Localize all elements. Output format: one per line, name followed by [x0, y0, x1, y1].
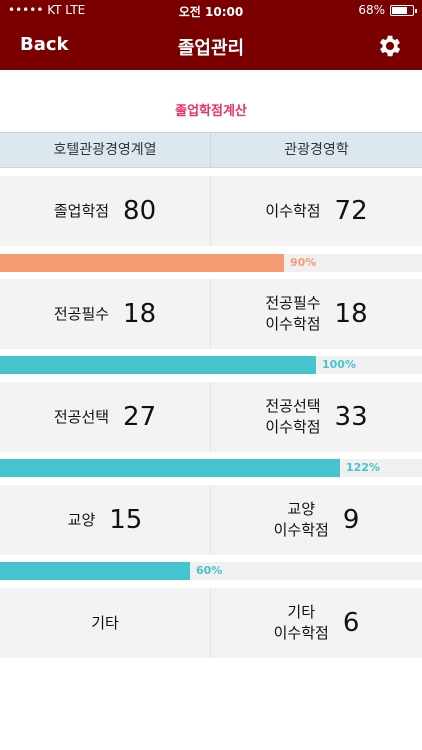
earned-credit-label: 전공필수 이수학점 [265, 294, 321, 333]
progress-percent-label: 100% [322, 358, 356, 371]
progress-percent-label: 122% [346, 461, 380, 474]
progress-bar-fill [0, 459, 340, 477]
earned-credit-value: 72 [334, 196, 368, 226]
table-cell: 기타 [0, 588, 211, 658]
table-cell: 졸업학점 80 [0, 176, 211, 246]
progress-bar-fill [0, 562, 190, 580]
table-row: 전공선택 27 전공선택 이수학점 33 [0, 382, 422, 452]
table-row: 기타 기타 이수학점 6 [0, 588, 422, 658]
table-cell: 기타 이수학점 6 [211, 588, 422, 658]
required-credit-value: 15 [109, 505, 143, 535]
page-title: 졸업관리 [177, 38, 245, 59]
section-subtitle: 졸업학점계산 [175, 104, 247, 119]
status-right: 68% [358, 3, 417, 17]
progress-percent-label: 60% [196, 564, 223, 577]
progress-bar: 100% [0, 356, 422, 374]
earned-credit-label: 기타 이수학점 [273, 603, 329, 642]
table-cell: 이수학점 72 [211, 176, 422, 246]
earned-credit-label: 교양 이수학점 [273, 500, 329, 539]
progress-bar-fill [0, 356, 316, 374]
progress-bar: 122% [0, 459, 422, 477]
required-credit-value: 18 [123, 299, 157, 329]
table-cell: 전공필수 이수학점 18 [211, 279, 422, 349]
table-cell: 전공선택 이수학점 33 [211, 382, 422, 452]
table-row: 교양 15 교양 이수학점 9 [0, 485, 422, 555]
required-credit-label: 졸업학점 [53, 201, 110, 220]
table-cell: 교양 15 [0, 485, 211, 555]
earned-credit-value: 6 [342, 608, 360, 638]
progress-bar: 90% [0, 254, 422, 272]
required-credit-label: 전공필수 [53, 304, 110, 323]
earned-credit-label: 이수학점 [265, 201, 321, 220]
column-header-major: 관광경영학 [284, 142, 349, 158]
column-header-department: 호텔관광경영계열 [0, 133, 211, 167]
table-row: 전공필수 18 전공필수 이수학점 18 [0, 279, 422, 349]
required-credit-label: 교양 [67, 510, 96, 529]
table-cell: 전공필수 18 [0, 279, 211, 349]
table-cell: 전공선택 27 [0, 382, 211, 452]
progress-percent-label: 90% [290, 256, 317, 269]
earned-credit-value: 18 [334, 299, 368, 329]
progress-bar: 60% [0, 562, 422, 580]
battery-icon [390, 4, 417, 16]
required-credit-value: 27 [123, 402, 157, 432]
required-credit-label: 기타 [91, 613, 119, 632]
gear-icon[interactable] [376, 32, 404, 60]
required-credit-value: 80 [123, 196, 157, 226]
progress-bar-fill [0, 254, 284, 272]
table-header: 호텔관광경영계열 관광경영학 [0, 132, 422, 168]
earned-credit-value: 9 [342, 505, 360, 535]
earned-credit-label: 전공선택 이수학점 [265, 397, 321, 436]
table-cell: 교양 이수학점 9 [211, 485, 422, 555]
battery-percent: 68% [358, 3, 385, 17]
nav-bar: Back 졸업관리 [0, 22, 422, 70]
earned-credit-value: 33 [334, 402, 368, 432]
status-bar: ••••• KT LTE 오전 10:00 68% [0, 0, 422, 22]
required-credit-label: 전공선택 [53, 407, 110, 426]
table-row: 졸업학점 80 이수학점 72 [0, 176, 422, 246]
